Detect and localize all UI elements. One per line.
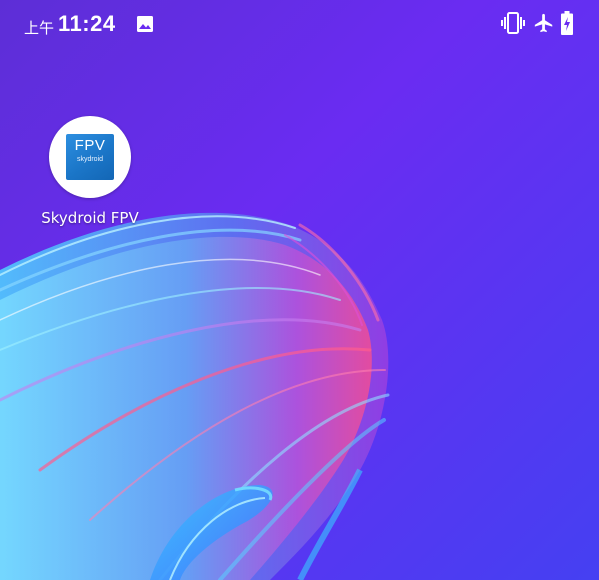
app-logo: FPV skydroid xyxy=(66,134,114,180)
app-icon-skydroid-fpv[interactable]: FPV skydroid Skydroid FPV xyxy=(30,116,150,236)
airplane-icon xyxy=(534,13,553,33)
skydroid-fpv-icon[interactable]: FPV skydroid xyxy=(49,116,131,198)
status-bar: 上午 11:24 xyxy=(0,0,599,48)
logo-main-text: FPV xyxy=(74,137,106,154)
gallery-icon xyxy=(137,16,153,32)
time-prefix: 上午 xyxy=(24,19,55,37)
clock: 11:24 xyxy=(58,11,116,36)
vibrate-icon xyxy=(501,12,525,34)
battery-charging-icon xyxy=(561,11,573,35)
app-label[interactable]: Skydroid FPV xyxy=(30,209,150,227)
logo-sub-text: skydroid xyxy=(76,156,104,163)
wallpaper xyxy=(0,0,599,580)
